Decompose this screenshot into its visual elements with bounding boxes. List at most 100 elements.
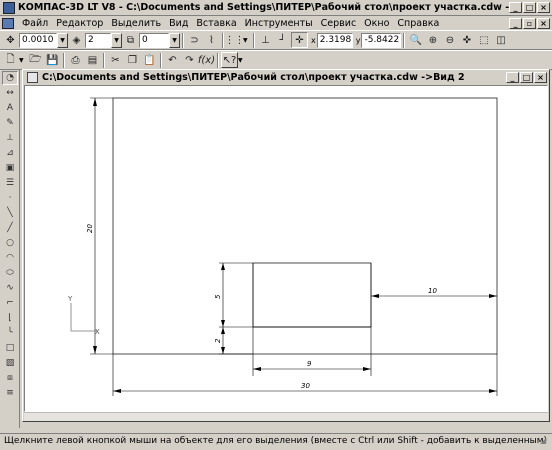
menu-file[interactable]: Файл [18,18,52,29]
close-icon[interactable]: × [534,71,547,83]
zoom-in-icon[interactable]: ⊕ [424,32,441,48]
zoom-out-icon[interactable]: ⊖ [441,32,458,48]
help-pointer-icon[interactable]: ↖? [221,52,238,68]
dimension-5-label: 5 [214,294,222,299]
point-icon[interactable]: · [2,191,18,205]
menu-insert[interactable]: Вставка [192,18,240,29]
document-titlebar: C:\Documents and Settings\ПИТЕР\Рабочий … [23,70,549,84]
print-icon[interactable]: ⎙ [67,52,84,68]
measure-icon[interactable]: ⊿ [2,146,18,160]
paste-icon[interactable]: 📋 [141,52,158,68]
dimension-20-label: 20 [86,224,94,233]
geometry-icon[interactable]: ◔ [2,71,18,85]
move-cursor-icon[interactable]: ✥ [2,32,19,48]
save-icon[interactable]: 💾 [44,52,61,68]
dimension-10-label: 10 [428,287,437,295]
coord-x-field[interactable]: 2.3198 [316,32,353,48]
drawing-svg[interactable]: 20 5 2 9 10 30 Y X [25,86,547,411]
horizontal-scrollbar[interactable] [24,412,548,421]
circle-icon[interactable]: ○ [2,236,18,250]
layer-field[interactable]: 2 [85,32,111,48]
close-icon[interactable]: × [537,2,550,13]
cut-icon[interactable]: ✂ [107,52,124,68]
chevron-down-icon[interactable]: ▼ [57,32,68,48]
menu-view[interactable]: Вид [165,18,192,29]
magnet-icon[interactable]: ⊃ [186,32,203,48]
layers-stack-icon[interactable]: ⧉ [122,32,139,48]
collect-contour-icon[interactable]: ⧈ [2,371,18,385]
coordinates-icon[interactable]: ✛ [291,32,308,48]
copy-icon[interactable]: ❐ [124,52,141,68]
menu-service[interactable]: Сервис [317,18,361,29]
hatch-icon[interactable]: ▨ [2,356,18,370]
help-dropdown-icon[interactable]: ▼ [238,57,246,64]
style-combo[interactable]: 0 ▼ [139,32,180,48]
orthogonal-icon[interactable]: ⊥ [257,32,274,48]
menu-edit[interactable]: Редактор [52,18,107,29]
function-icon[interactable]: f(x) [198,52,215,68]
segment-icon[interactable]: ╱ [2,221,18,235]
drawing-canvas[interactable]: 20 5 2 9 10 30 Y X [24,85,548,412]
app-title: КОМПАС-3D LT V8 - C:\Documents and Setti… [18,2,509,13]
doc-close-icon[interactable]: × [537,17,550,29]
chamfer-icon[interactable]: ⌊ [2,311,18,325]
edit-icon[interactable]: ✎ [2,116,18,130]
chevron-down-icon[interactable]: ▼ [169,32,180,48]
refresh-icon[interactable]: ◫ [492,32,509,48]
minimize-icon[interactable]: _ [509,2,522,13]
polyline-icon[interactable]: ⌐ [2,296,18,310]
arc-icon[interactable]: ◠ [2,251,18,265]
print-preview-icon[interactable]: ▤ [84,52,101,68]
spline-icon[interactable]: ∿ [2,281,18,295]
new-document-icon[interactable]: 🗋 [2,52,19,68]
minimize-icon[interactable]: _ [506,71,519,83]
new-dropdown-icon[interactable]: ▼ [19,57,27,64]
open-folder-icon[interactable]: 🗁 [27,52,44,68]
style-field[interactable]: 0 [139,32,169,48]
ellipse-icon[interactable]: ⬭ [2,266,18,280]
round-icon[interactable]: ┘ [274,32,291,48]
specification-icon[interactable]: ☰ [2,176,18,190]
auxiliary-line-icon[interactable]: ╲ [2,206,18,220]
chevron-down-icon[interactable]: ▼ [111,32,122,48]
zoom-window-icon[interactable]: 🔍 [407,32,424,48]
undo-icon[interactable]: ↶ [164,52,181,68]
symbols-icon[interactable]: A [2,101,18,115]
status-bar: Щелкните левой кнопкой мыши на объекте д… [0,433,552,448]
scale-combo[interactable]: 0.0010 ▼ [19,32,68,48]
menu-help[interactable]: Справка [393,18,443,29]
layer-icon[interactable]: ◈ [68,32,85,48]
parametrization-icon[interactable]: ⟂ [2,131,18,145]
sheet-frame [112,97,498,355]
compact-panel: ◔ ↔ A ✎ ⟂ ⊿ ▣ ☰ · ╲ ╱ ○ ◠ ⬭ ∿ ⌐ ⌊ ╰ □ ▨ … [0,70,20,428]
equidistant-icon[interactable]: ≡ [2,386,18,400]
doc-minimize-icon[interactable]: _ [509,17,522,29]
coord-x-label: x [311,35,316,45]
dimensions-icon[interactable]: ↔ [2,86,18,100]
rectangle-icon[interactable]: □ [2,341,18,355]
grid-icon[interactable]: ⋮⋮ [225,32,245,48]
snap-icon[interactable]: ⌇ [203,32,220,48]
layer-combo[interactable]: 2 ▼ [85,32,122,48]
dimension-9-label: 9 [307,360,312,368]
menu-bar: Файл Редактор Выделить Вид Вставка Инстр… [0,16,552,30]
coord-y-field[interactable]: -5.8422 [361,32,402,48]
standard-toolbar: 🗋 ▼ 🗁 💾 ⎙ ▤ ✂ ❐ 📋 ↶ ↷ f(x) ↖? ▼ [0,50,552,70]
document-menu-icon[interactable] [2,17,14,29]
resize-grip-icon[interactable]: ◢ [540,436,550,446]
pan-icon[interactable]: ✜ [458,32,475,48]
scale-field[interactable]: 0.0010 [19,32,57,48]
dimension-2-label: 2 [214,338,222,343]
select-icon[interactable]: ▣ [2,161,18,175]
grid-dropdown-icon[interactable]: ▼ [243,37,251,44]
doc-restore-icon[interactable]: ▫ [523,17,536,29]
redo-icon[interactable]: ↷ [181,52,198,68]
fillet-icon[interactable]: ╰ [2,326,18,340]
menu-window[interactable]: Окно [360,18,393,29]
zoom-all-icon[interactable]: ⬚ [475,32,492,48]
maximize-icon[interactable]: □ [520,71,533,83]
maximize-icon[interactable]: □ [523,2,536,13]
kompas-app-icon [3,1,15,14]
menu-tools[interactable]: Инструменты [241,18,317,29]
menu-select[interactable]: Выделить [107,18,165,29]
